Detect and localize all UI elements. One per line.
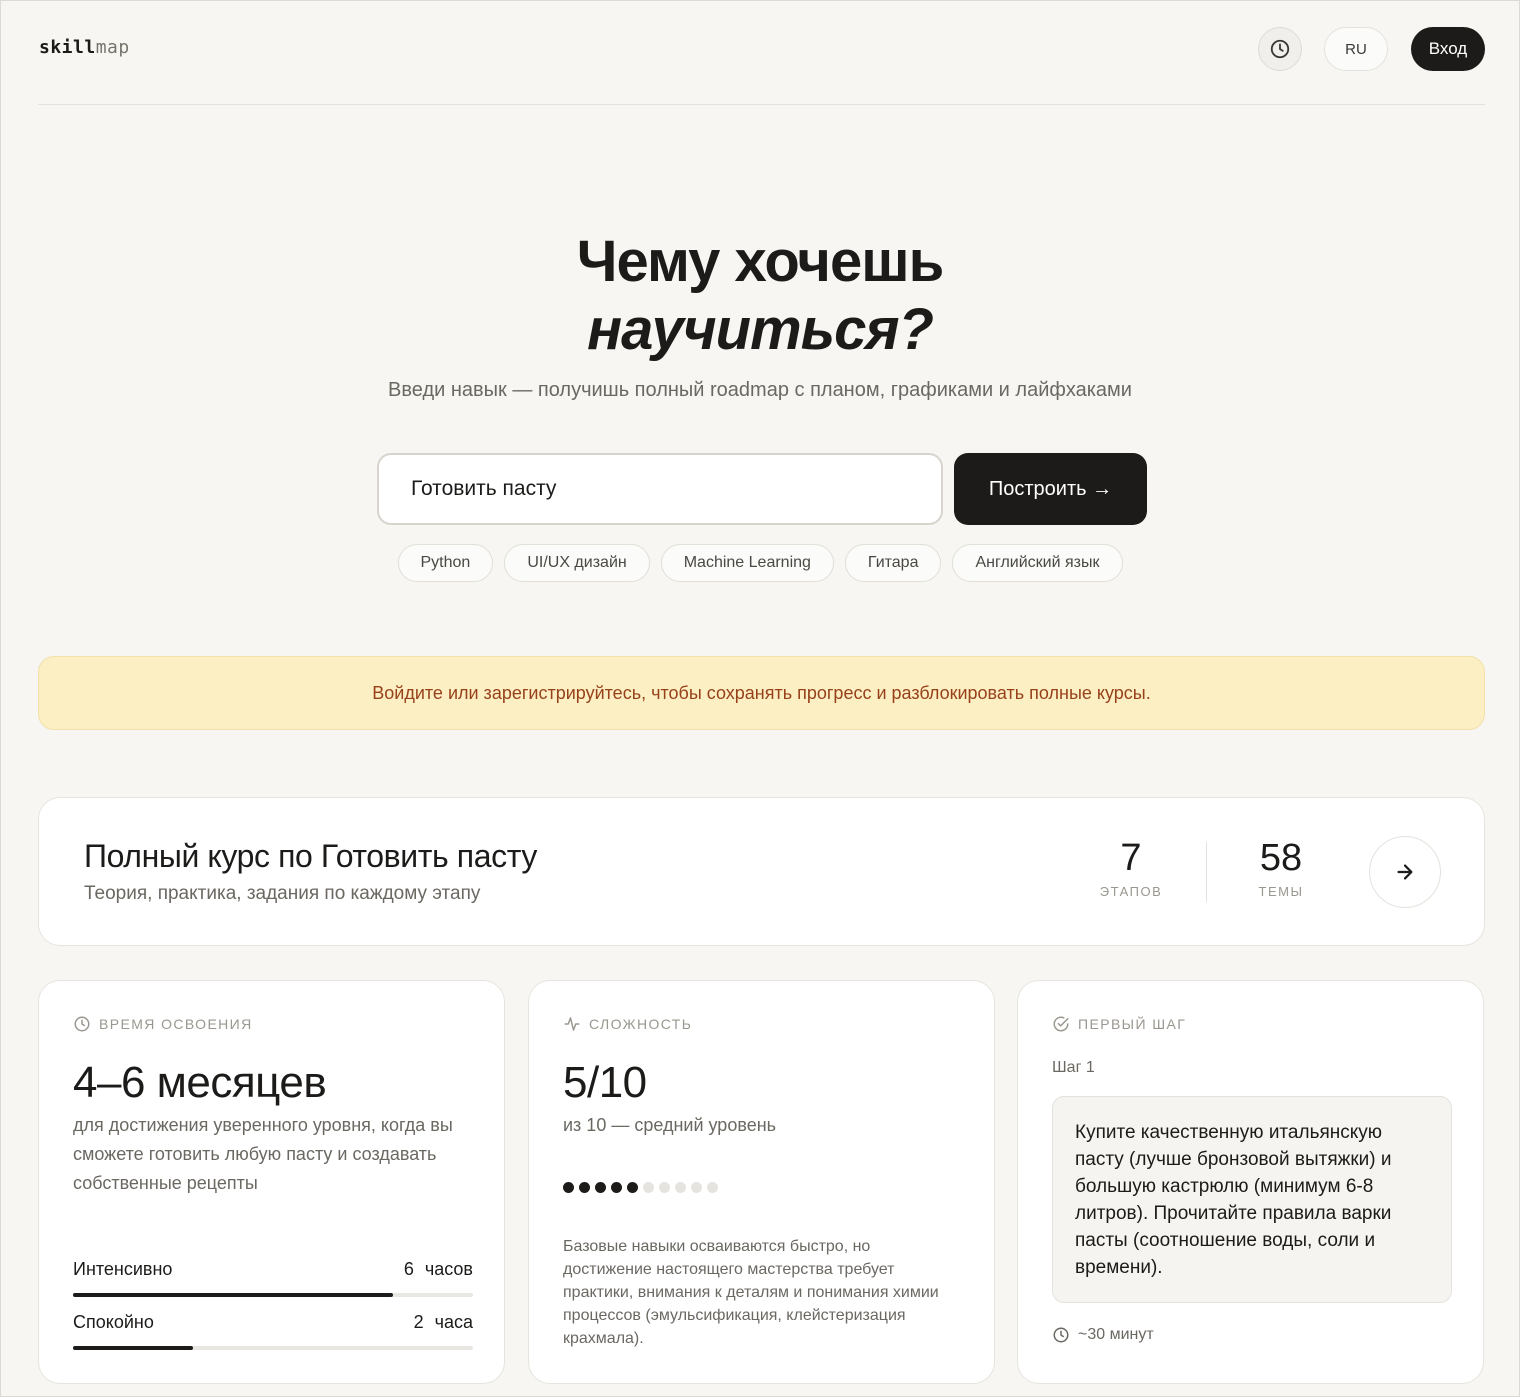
chip-machine-learning[interactable]: Machine Learning — [660, 544, 834, 582]
topics-stat: 58 темы — [1221, 836, 1341, 899]
top-header: skillmap RU Вход — [38, 0, 1485, 105]
topics-value: 58 — [1259, 837, 1303, 879]
course-title: Полный курс по Готовить пасту — [84, 838, 537, 874]
difficulty-dot — [611, 1182, 622, 1193]
build-button[interactable]: Построить → — [954, 453, 1147, 525]
logo[interactable]: skillmap — [39, 37, 130, 58]
time-card-heading-text: Время освоения — [99, 1016, 253, 1032]
time-card-heading: Время освоения — [73, 1015, 253, 1033]
difficulty-dot — [675, 1182, 686, 1193]
step-label: Шаг 1 — [1052, 1059, 1095, 1076]
intensive-value: 6 часов — [403, 1259, 473, 1279]
check-circle-icon — [1053, 1016, 1069, 1032]
login-button[interactable]: Вход — [1411, 27, 1485, 71]
arrow-right-icon — [1397, 864, 1413, 880]
stages-value: 7 — [1120, 837, 1142, 879]
step-duration-text: ~30 минут — [1078, 1326, 1154, 1343]
calm-progress — [73, 1346, 473, 1350]
intensive-label: Интенсивно — [73, 1259, 173, 1279]
course-subtitle: Теория, практика, задания по каждому эта… — [84, 883, 481, 904]
first-step-card-heading: Первый шаг — [1052, 1015, 1186, 1033]
stat-divider — [1206, 842, 1207, 902]
difficulty-dot — [627, 1182, 638, 1193]
chip-python[interactable]: Python — [397, 544, 494, 582]
first-step-card-heading-text: Первый шаг — [1078, 1016, 1187, 1032]
chip-uiux[interactable]: UI/UX дизайн — [504, 544, 650, 582]
stages-label: этапов — [1099, 884, 1163, 899]
calm-value: 2 часа — [413, 1312, 473, 1332]
difficulty-dot — [595, 1182, 606, 1193]
difficulty-dot — [563, 1182, 574, 1193]
intensive-progress-fill — [73, 1293, 393, 1297]
full-course-card[interactable]: Полный курс по Готовить пасту Теория, пр… — [38, 797, 1485, 946]
open-course-button[interactable] — [1369, 836, 1441, 908]
clock-icon — [1053, 1327, 1069, 1343]
intensive-progress — [73, 1293, 473, 1297]
language-button[interactable]: RU — [1324, 27, 1388, 71]
skill-input[interactable] — [377, 453, 943, 525]
first-step-card: Первый шаг Шаг 1 Купите качественную ита… — [1017, 980, 1484, 1384]
activity-icon — [564, 1017, 580, 1031]
difficulty-dot — [691, 1182, 702, 1193]
difficulty-value: 5/10 — [563, 1058, 647, 1107]
calm-progress-fill — [73, 1346, 193, 1350]
step-text: Купите качественную итальянскую пасту (л… — [1052, 1096, 1452, 1303]
suggestion-chips: Python UI/UX дизайн Machine Learning Гит… — [0, 544, 1520, 582]
hero-title-line1: Чему хочешь — [576, 229, 944, 294]
login-banner[interactable]: Войдите или зарегистрируйтесь, чтобы сох… — [38, 656, 1485, 730]
calm-row: Спокойно 2 часа — [73, 1312, 473, 1333]
history-button[interactable] — [1258, 27, 1302, 71]
topics-label: темы — [1258, 884, 1304, 899]
difficulty-dot — [643, 1182, 654, 1193]
intensive-row: Интенсивно 6 часов — [73, 1259, 473, 1280]
time-value: 4–6 месяцев — [73, 1058, 327, 1107]
difficulty-card-heading-text: Сложность — [589, 1016, 693, 1032]
time-description: для достижения уверенного уровня, когда … — [73, 1115, 453, 1193]
difficulty-card-heading: Сложность — [563, 1015, 692, 1033]
logo-light: map — [95, 37, 130, 58]
clock-icon — [1270, 39, 1290, 59]
chip-guitar[interactable]: Гитара — [844, 544, 942, 582]
difficulty-card: Сложность 5/10 из 10 — средний уровень Б… — [528, 980, 995, 1384]
hero-subtitle: Введи навык — получишь полный roadmap с … — [388, 379, 1132, 401]
hero-title-line2: научиться? — [587, 297, 934, 362]
difficulty-caption: из 10 — средний уровень — [563, 1115, 777, 1135]
difficulty-dots — [563, 1182, 718, 1193]
difficulty-dot — [707, 1182, 718, 1193]
logo-bold: skill — [39, 37, 96, 58]
difficulty-dot — [659, 1182, 670, 1193]
calm-label: Спокойно — [73, 1312, 154, 1332]
step-duration: ~30 минут — [1052, 1326, 1154, 1344]
time-card: Время освоения 4–6 месяцев для достижени… — [38, 980, 505, 1384]
difficulty-description: Базовые навыки осваиваются быстро, но до… — [563, 1238, 939, 1347]
chip-english[interactable]: Английский язык — [952, 544, 1123, 582]
stages-stat: 7 этапов — [1071, 836, 1191, 899]
clock-icon — [74, 1016, 90, 1032]
difficulty-dot — [579, 1182, 590, 1193]
